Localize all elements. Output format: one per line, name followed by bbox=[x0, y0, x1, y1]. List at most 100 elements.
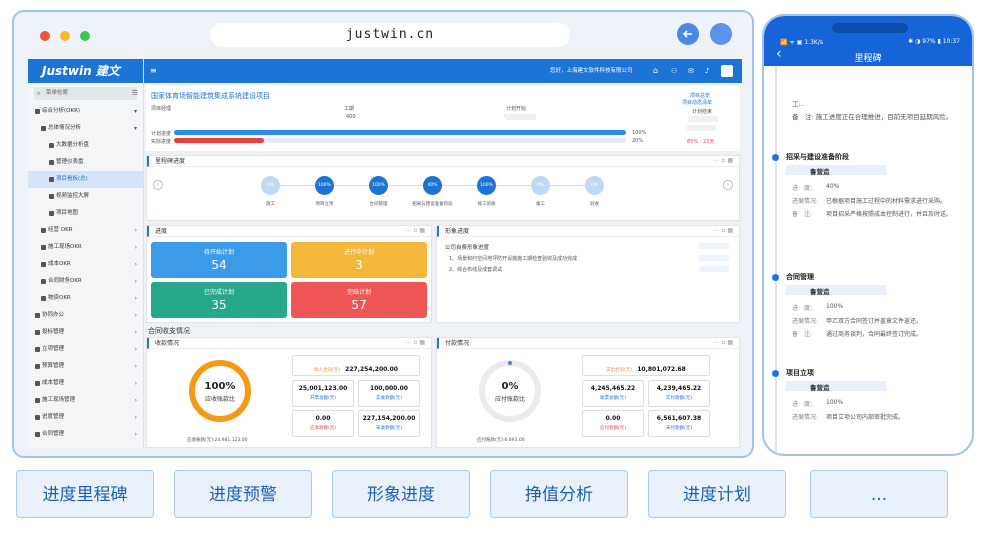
phone-status-left: 📶 ᯤ ▣ 1.3K/s bbox=[780, 39, 823, 46]
project-news-link[interactable]: 项目动态清单 bbox=[682, 99, 712, 106]
progress-value: 40% bbox=[826, 183, 840, 190]
plan-status-box[interactable]: 待开始计划 54 bbox=[151, 242, 287, 278]
sidebar-item[interactable]: 大数据分析盘 bbox=[28, 137, 143, 154]
section-title[interactable]: 项目立项 bbox=[786, 368, 814, 378]
plan-status-box[interactable]: 进行中计划 3 bbox=[291, 242, 427, 278]
feature-tab[interactable]: ... bbox=[810, 470, 948, 518]
milestone-node[interactable]: 100% bbox=[315, 176, 334, 195]
sidebar-item[interactable]: 经营 OKR › bbox=[28, 222, 143, 239]
milestone-node[interactable]: 100% bbox=[477, 176, 496, 195]
project-title[interactable]: 国家体育场智能建筑集成系统建设项目 bbox=[151, 91, 270, 101]
profile-button[interactable] bbox=[710, 23, 732, 45]
sidebar-item[interactable]: 投标管理 › bbox=[28, 324, 143, 341]
panel-tools-icon[interactable]: ⋯ ▫ ▦ bbox=[405, 339, 425, 346]
sidebar-item[interactable]: 总体情况分析 ▾ bbox=[28, 120, 143, 137]
milestone-node[interactable]: 40% bbox=[423, 176, 442, 195]
sidebar-item[interactable]: 预算管理 › bbox=[28, 358, 143, 375]
plan-end-value bbox=[688, 116, 718, 122]
sidebar-item-label: 成本管理 bbox=[42, 380, 65, 386]
finance-stat[interactable]: 4,245,465.22 收票总额(元) bbox=[582, 380, 644, 407]
note-label: 备 注: bbox=[792, 331, 813, 338]
chevron-icon: ▾ bbox=[133, 125, 137, 132]
section-person: 鲁营造 bbox=[810, 384, 830, 392]
feature-tab[interactable]: 进度计划 bbox=[648, 470, 786, 518]
timeline-line bbox=[775, 66, 777, 454]
sidebar-item[interactable]: 合同财务OKR › bbox=[28, 273, 143, 290]
menu-item-icon bbox=[49, 160, 54, 165]
sidebar-item[interactable]: 项目看板(总) bbox=[28, 171, 143, 188]
sidebar-item[interactable]: 成本管理 › bbox=[28, 375, 143, 392]
plan-status-box[interactable]: 完结计划 57 bbox=[291, 282, 427, 318]
sidebar-item[interactable]: 施工现场管理 › bbox=[28, 392, 143, 409]
scroll-left-icon[interactable]: ‹ bbox=[153, 180, 163, 190]
scroll-right-icon[interactable]: › bbox=[723, 180, 733, 190]
phone-notch bbox=[832, 23, 908, 33]
chevron-icon: › bbox=[134, 346, 137, 353]
section-title[interactable]: 合同管理 bbox=[786, 272, 814, 282]
sidebar-item-label: 施工现场OKR bbox=[48, 244, 82, 250]
sidebar-item[interactable]: 综合分析(OKR) ▾ bbox=[28, 103, 143, 120]
feature-tab[interactable]: 进度里程碑 bbox=[16, 470, 154, 518]
sidebar-item[interactable]: 进度管理 › bbox=[28, 409, 143, 426]
milestone-label: 验收 bbox=[590, 202, 599, 207]
finance-stat[interactable]: 25,001,123.00 开票总额(元) bbox=[292, 380, 354, 407]
plan-status-label: 进行中计划 bbox=[343, 249, 374, 256]
finance-stat[interactable]: 0.00 应付款额(元) bbox=[582, 410, 644, 437]
sidebar-item-label: 视频监控大屏 bbox=[56, 193, 90, 199]
url-bar[interactable]: justwin.cn bbox=[210, 23, 570, 47]
bell-icon[interactable]: ♪ bbox=[705, 59, 709, 83]
minimize-dot[interactable] bbox=[60, 31, 70, 41]
progress-warning: 85% : 23天 bbox=[687, 139, 715, 145]
finance-stat-value: 25,001,123.00 bbox=[298, 385, 348, 392]
panel-tools-icon[interactable]: ⋯ ▫ ▦ bbox=[405, 227, 425, 234]
project-overview-link[interactable]: 项目总览 bbox=[690, 92, 710, 99]
sidebar-item[interactable]: 合同管理 › bbox=[28, 426, 143, 443]
sidebar-menu: 综合分析(OKR) ▾ 总体情况分析 ▾ 大数据分析盘 管理仪表盘 项目看板(总) 视频监控大… bbox=[28, 103, 143, 443]
menu-icon[interactable]: ≡ bbox=[150, 59, 157, 83]
home-icon[interactable]: ⌂ bbox=[653, 59, 658, 83]
sidebar-item[interactable]: 项目地图 bbox=[28, 205, 143, 222]
milestone-node[interactable]: 0% bbox=[261, 176, 280, 195]
timeline-dot bbox=[772, 370, 779, 377]
panel-tools-icon[interactable]: ⋯ ▫ ▦ bbox=[713, 227, 733, 234]
org-icon[interactable]: ⚇ bbox=[671, 59, 677, 83]
menu-item-icon bbox=[35, 398, 40, 403]
panel-tools-icon[interactable]: ⋯ ▫ ▦ bbox=[713, 339, 733, 346]
chevron-icon: › bbox=[134, 278, 137, 285]
sidebar-item[interactable]: 物资OKR › bbox=[28, 290, 143, 307]
feature-tab[interactable]: 挣值分析 bbox=[490, 470, 628, 518]
avatar[interactable] bbox=[721, 65, 733, 77]
sidebar-item[interactable]: 立项管理 › bbox=[28, 341, 143, 358]
sidebar-item[interactable]: 管理仪表盘 bbox=[28, 154, 143, 171]
close-dot[interactable] bbox=[40, 31, 50, 41]
menu-item-icon bbox=[35, 109, 40, 114]
panel-tools-icon[interactable]: ⋯ ▫ ▦ bbox=[713, 157, 733, 164]
back-button[interactable] bbox=[677, 23, 699, 45]
plan-status-box[interactable]: 已完成计划 35 bbox=[151, 282, 287, 318]
feature-tab[interactable]: 进度预警 bbox=[174, 470, 312, 518]
chat-icon[interactable]: ✉ bbox=[688, 59, 694, 83]
feature-tab[interactable]: 形象进度 bbox=[332, 470, 470, 518]
section-title[interactable]: 招采与建设准备阶段 bbox=[786, 152, 849, 162]
menu-item-icon bbox=[41, 262, 46, 267]
milestone-node[interactable]: 0% bbox=[585, 176, 604, 195]
sidebar-item[interactable]: 施工现场OKR › bbox=[28, 239, 143, 256]
progress-value: 100% bbox=[826, 399, 844, 406]
sidebar-item[interactable]: 协同办公 › bbox=[28, 307, 143, 324]
finance-stat[interactable]: 4,239,465.22 实付款额(元) bbox=[648, 380, 710, 407]
finance-stat[interactable]: 0.00 应收款额(元) bbox=[292, 410, 354, 437]
menu-search-input[interactable]: ⌕ 菜单检索 ☰ bbox=[34, 87, 138, 100]
finance-stat-label: 未收款额(元) bbox=[375, 426, 402, 431]
maximize-dot[interactable] bbox=[80, 31, 90, 41]
finance-stat-value: 0.00 bbox=[605, 415, 621, 422]
menu-toggle-icon[interactable]: ☰ bbox=[132, 87, 138, 100]
finance-stat[interactable]: 6,561,607.38 未付款额(元) bbox=[648, 410, 710, 437]
milestone-node[interactable]: 0% bbox=[531, 176, 550, 195]
milestone-node[interactable]: 100% bbox=[369, 176, 388, 195]
finance-stat[interactable]: 100,000.00 实收款额(元) bbox=[358, 380, 420, 407]
plan-progress-label: 计划进度 bbox=[151, 131, 172, 137]
finance-stat[interactable]: 227,154,200.00 未收款额(元) bbox=[358, 410, 420, 437]
sidebar-item[interactable]: 视频监控大屏 bbox=[28, 188, 143, 205]
sidebar-item[interactable]: 成本OKR › bbox=[28, 256, 143, 273]
income-gauge-label: 应收账款比 bbox=[204, 396, 235, 403]
